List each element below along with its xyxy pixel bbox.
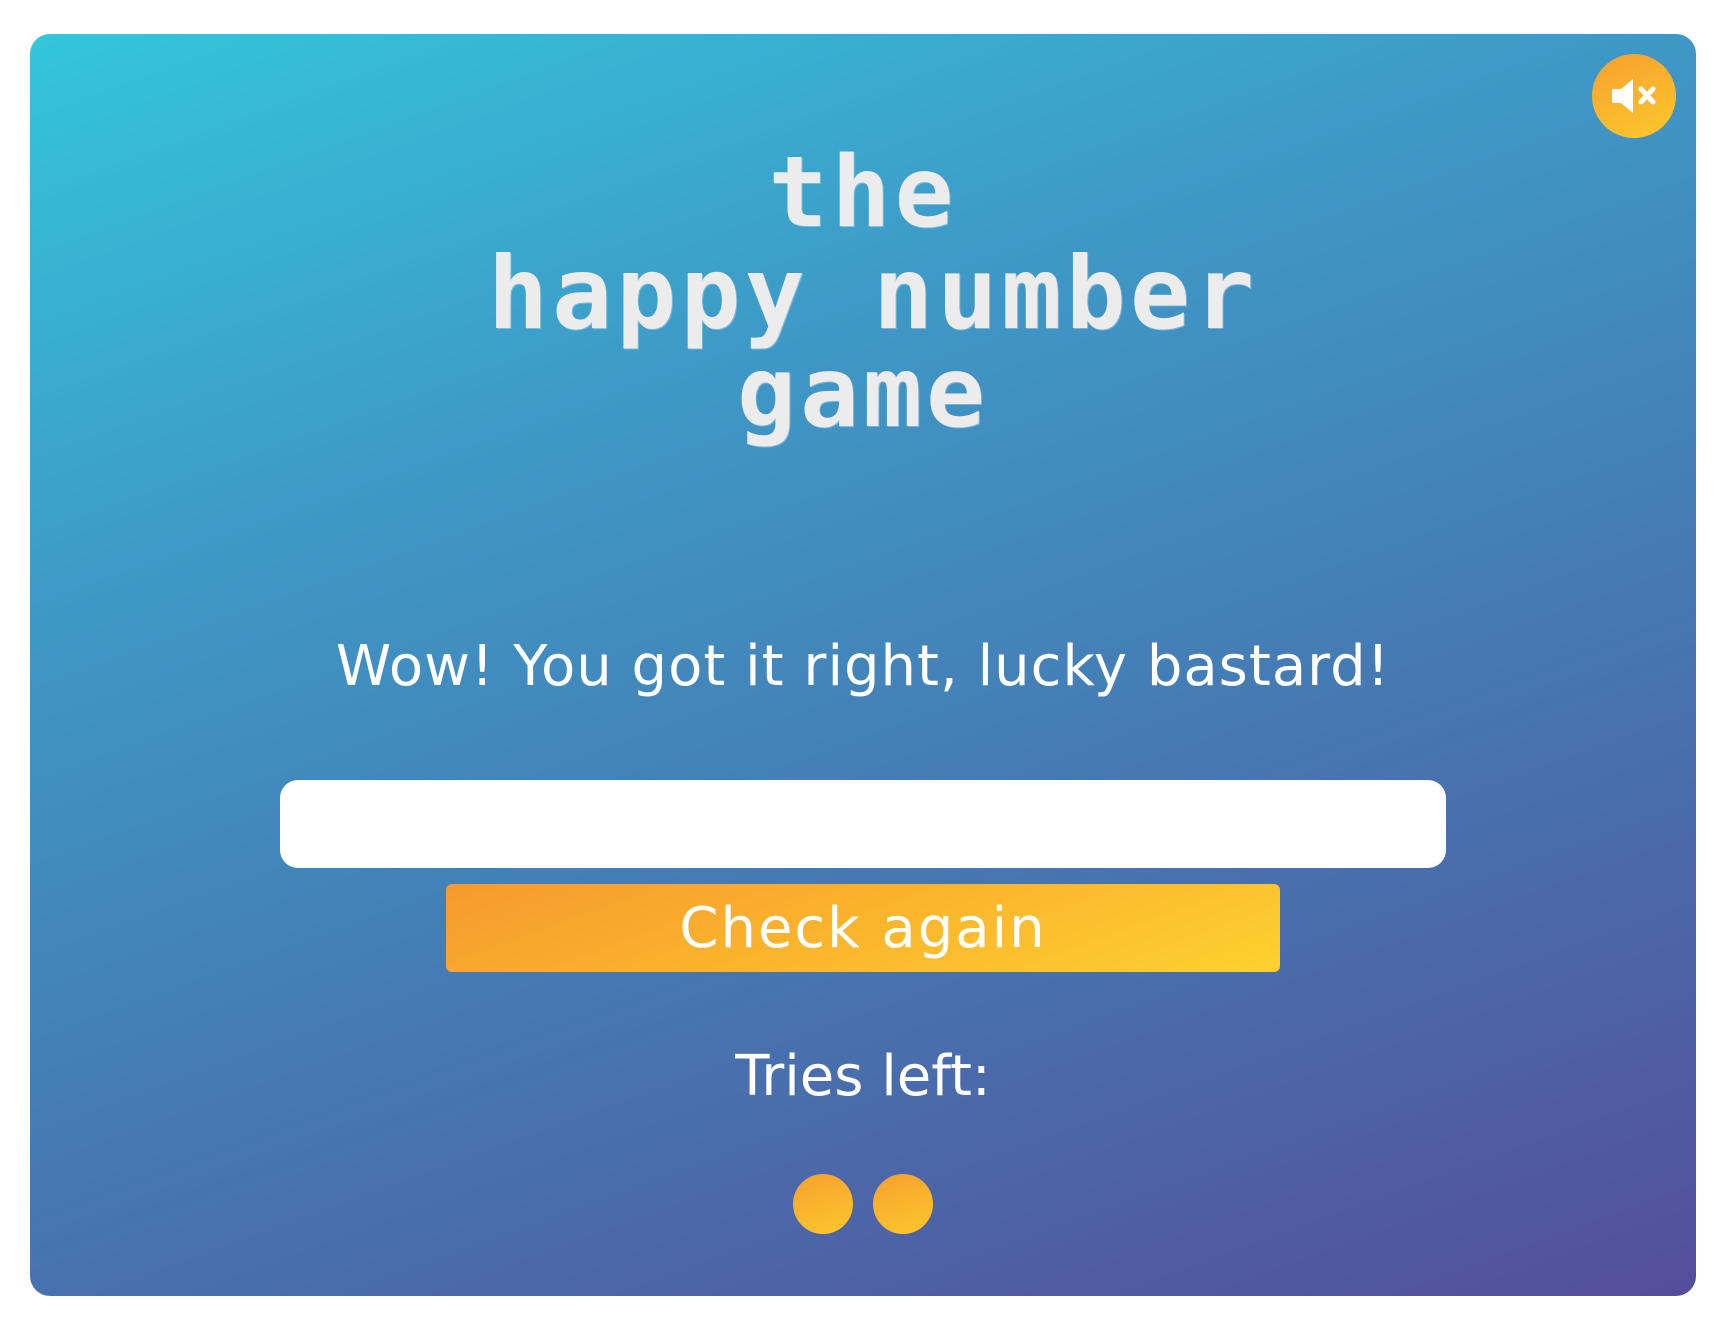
game-card: the happy number game Wow! You got it ri…	[30, 34, 1696, 1296]
game-title: the happy number game	[30, 144, 1696, 444]
try-dot	[873, 1174, 933, 1234]
guess-input[interactable]	[280, 780, 1446, 868]
tries-left-label: Tries left:	[735, 1044, 991, 1109]
tries-left-indicator	[30, 1174, 1696, 1234]
check-again-button[interactable]: Check again	[446, 884, 1280, 972]
title-line-2: happy number	[487, 235, 1259, 352]
mute-button[interactable]	[1592, 54, 1676, 138]
title-line-1: the	[768, 136, 958, 250]
mute-icon	[1612, 79, 1656, 113]
try-dot	[793, 1174, 853, 1234]
title-line-3: game	[736, 336, 989, 450]
result-message: Wow! You got it right, lucky bastard!	[335, 634, 1391, 699]
